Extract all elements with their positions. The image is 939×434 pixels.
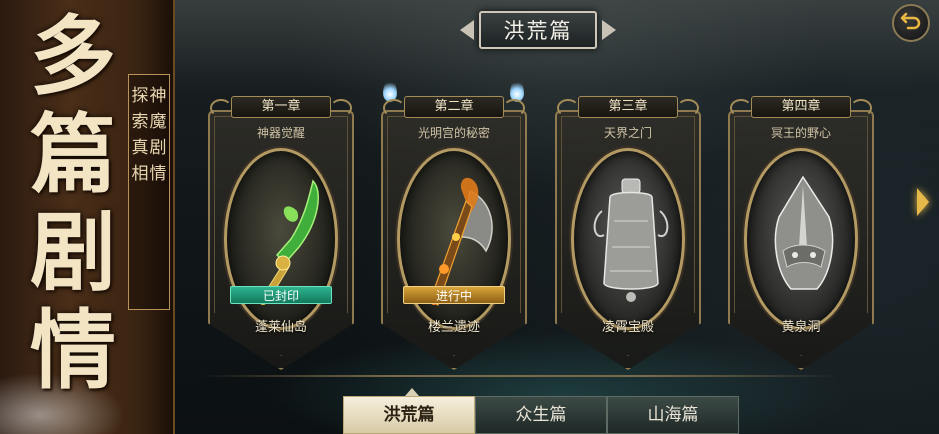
tab-honghuang[interactable]: 洪荒篇 — [343, 396, 475, 434]
chapter-location: 凌霄宝殿 — [601, 320, 654, 335]
subtitle-char: 情 — [149, 164, 167, 184]
subtitle-char: 魔 — [149, 112, 167, 132]
chapter-subtitle: 光明宫的秘密 — [417, 126, 490, 140]
chapter-card-1[interactable]: 第一章 神器觉醒 已封印 蓬莱仙岛 — [200, 90, 362, 370]
chapter-label: 第二章 — [383, 96, 525, 118]
page-title: 洪荒篇 — [479, 11, 597, 49]
subtitle-char: 探 — [131, 86, 149, 106]
subtitle-column-2: 探 索 真 相 — [131, 83, 149, 301]
page-title-plaque: 洪荒篇 — [458, 8, 618, 52]
banner-title-char: 情 — [30, 300, 116, 401]
subtitle-char: 神 — [149, 86, 167, 106]
tab-zhongsheng[interactable]: 众生篇 — [475, 396, 607, 434]
subtitle-char: 剧 — [149, 138, 167, 158]
chapter-card-3[interactable]: 第三章 天界之门 凌霄宝殿 — [547, 90, 709, 370]
chapter-label: 第三章 — [557, 96, 699, 118]
back-arrow-icon — [900, 10, 922, 36]
status-badge: 进行中 — [403, 286, 505, 304]
chapter-subtitle: 神器觉醒 — [256, 126, 305, 140]
chapter-location: 蓬莱仙岛 — [254, 320, 307, 335]
chapter-label: 第一章 — [210, 96, 352, 118]
chevron-right-icon — [917, 188, 929, 216]
active-tab-indicator — [405, 388, 419, 396]
chapter-medallion — [744, 148, 858, 330]
subtitle-char: 相 — [131, 164, 149, 184]
banner-title-char: 多 — [30, 6, 116, 107]
chapter-label: 第四章 — [730, 96, 872, 118]
banner-subtitle: 神 魔 剧 情 探 索 真 相 — [128, 74, 170, 310]
tab-rail — [200, 375, 840, 377]
plaque-right-ornament — [602, 20, 616, 40]
chapter-subtitle: 天界之门 — [603, 126, 652, 140]
status-badge: 已封印 — [230, 286, 332, 304]
chapter-location: 黄泉洞 — [781, 320, 821, 335]
plaque-left-ornament — [460, 20, 474, 40]
subtitle-char: 索 — [131, 112, 149, 132]
left-banner: 多 篇 剧 情 神 魔 剧 情 探 索 真 相 — [0, 0, 175, 434]
subtitle-column-1: 神 魔 剧 情 — [149, 83, 167, 301]
next-page-button[interactable] — [912, 182, 934, 222]
chapter-card-4[interactable]: 第四章 冥王的野心 黄泉洞 — [720, 90, 882, 370]
back-button[interactable] — [892, 4, 930, 42]
chapter-location: 楼兰遗迹 — [427, 320, 480, 335]
chapter-medallion — [571, 148, 685, 330]
banner-title-char: 篇 — [30, 104, 116, 205]
banner-title: 多 篇 剧 情 — [18, 8, 128, 400]
volume-tabs: 洪荒篇 众生篇 山海篇 — [343, 396, 739, 434]
tab-shanhai[interactable]: 山海篇 — [607, 396, 739, 434]
subtitle-char: 真 — [131, 138, 149, 158]
banner-title-char: 剧 — [30, 202, 116, 303]
chapter-card-2[interactable]: 第二章 光明宫的秘密 进行中 楼兰遗迹 — [373, 90, 535, 370]
chapter-subtitle: 冥王的野心 — [770, 126, 831, 140]
